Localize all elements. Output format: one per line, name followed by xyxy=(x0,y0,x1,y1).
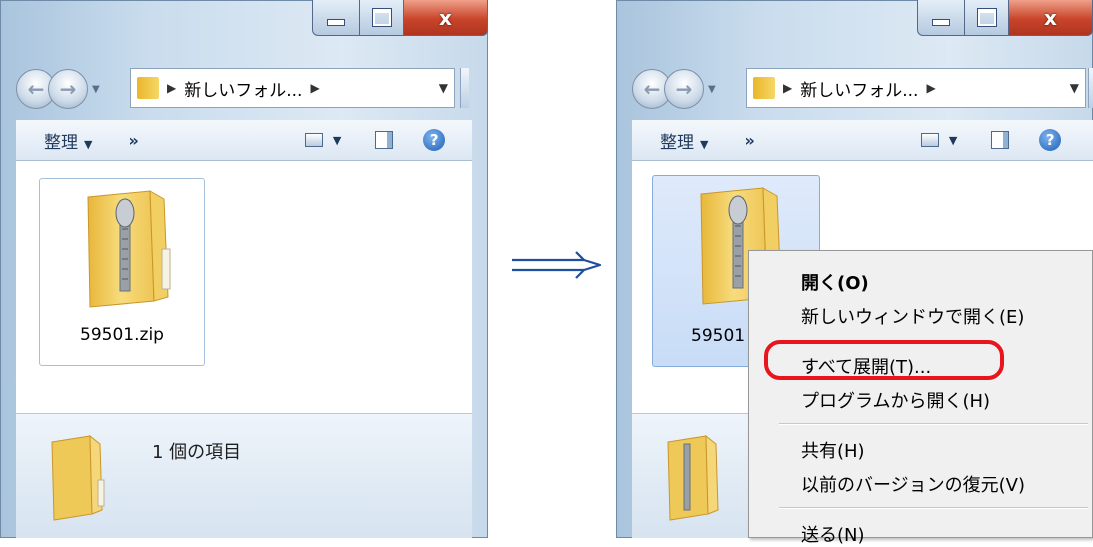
details-pane: 1 個の項目 xyxy=(16,413,472,538)
breadcrumb-chevron-icon[interactable]: ▶ xyxy=(167,81,176,95)
command-bar: 整理 ▼ » ▼ ? xyxy=(632,120,1093,161)
change-view-button[interactable]: ▼ xyxy=(304,133,342,147)
file-list-pane[interactable]: 59501.zip xyxy=(16,161,472,413)
address-path[interactable]: 新しいフォル... xyxy=(184,76,302,101)
minimize-icon xyxy=(327,19,345,26)
address-bar[interactable]: ▶ 新しいフォル... ▶ ▼ xyxy=(746,68,1086,108)
maximize-button[interactable] xyxy=(965,0,1009,36)
refresh-button-edge[interactable] xyxy=(460,68,469,108)
context-menu: 開く(O) 新しいウィンドウで開く(E) すべて展開(T)... プログラムから… xyxy=(748,250,1093,546)
folder-icon xyxy=(753,77,775,99)
organize-menu-button[interactable]: 整理 ▼ xyxy=(660,128,708,153)
navigation-buttons: ← → ▼ xyxy=(16,64,100,114)
forward-arrow-icon: → xyxy=(59,77,77,101)
address-dropdown-icon[interactable]: ▼ xyxy=(439,81,448,95)
address-dropdown-icon[interactable]: ▼ xyxy=(1070,81,1079,95)
address-path[interactable]: 新しいフォル... xyxy=(800,76,918,101)
forward-button[interactable]: → xyxy=(48,69,88,109)
zip-file-item[interactable]: 59501.zip xyxy=(39,178,205,366)
file-name-label: 59501.zip xyxy=(80,325,164,345)
menu-item-open[interactable]: 開く(O) xyxy=(801,269,869,295)
back-arrow-icon: ← xyxy=(27,77,45,101)
minimize-button[interactable] xyxy=(917,0,965,36)
view-icon xyxy=(920,133,939,147)
menu-item-open-new-window[interactable]: 新しいウィンドウで開く(E) xyxy=(801,303,1024,329)
preview-pane-button[interactable] xyxy=(375,131,394,149)
refresh-button-edge[interactable] xyxy=(1088,68,1093,108)
minimize-icon xyxy=(932,19,950,26)
menu-separator xyxy=(779,507,1088,509)
organize-label: 整理 xyxy=(660,132,694,153)
more-commands-button[interactable]: » xyxy=(744,131,754,150)
navigation-buttons: ← → ▼ xyxy=(632,64,716,114)
organize-label: 整理 xyxy=(44,132,78,153)
explorer-window-before: x ← → ▼ ▶ 新しいフォル... ▶ ▼ 整理 ▼ » ▼ ? 59501… xyxy=(0,0,488,538)
maximize-icon xyxy=(976,8,997,27)
menu-item-open-with[interactable]: プログラムから開く(H) xyxy=(801,387,990,413)
window-caption-buttons: x xyxy=(917,0,1093,40)
item-count-text: 1 個の項目 xyxy=(152,442,242,463)
more-commands-button[interactable]: » xyxy=(128,131,138,150)
menu-item-restore-previous-versions[interactable]: 以前のバージョンの復元(V) xyxy=(801,471,1025,497)
view-icon xyxy=(304,133,323,147)
forward-arrow-icon: → xyxy=(675,77,693,101)
change-view-button[interactable]: ▼ xyxy=(920,133,958,147)
zip-folder-icon xyxy=(667,434,719,521)
help-icon: ? xyxy=(429,131,439,149)
zip-folder-icon xyxy=(87,190,171,308)
folder-icon xyxy=(137,77,159,99)
maximize-icon xyxy=(371,8,392,27)
highlight-annotation xyxy=(764,340,1004,380)
address-bar[interactable]: ▶ 新しいフォル... ▶ ▼ xyxy=(130,68,455,108)
close-button[interactable]: x xyxy=(404,0,488,36)
preview-pane-button[interactable] xyxy=(991,131,1010,149)
recent-pages-chevron-icon[interactable]: ▼ xyxy=(92,84,100,95)
transition-arrow-icon xyxy=(512,251,602,279)
window-caption-buttons: x xyxy=(312,0,488,40)
forward-button[interactable]: → xyxy=(664,69,704,109)
menu-item-send-to[interactable]: 送る(N) xyxy=(801,521,865,547)
chevron-down-icon: ▼ xyxy=(332,133,342,147)
maximize-button[interactable] xyxy=(360,0,404,36)
help-button[interactable]: ? xyxy=(423,129,446,151)
breadcrumb-chevron-icon[interactable]: ▶ xyxy=(783,81,792,95)
command-bar: 整理 ▼ » ▼ ? xyxy=(16,120,472,161)
minimize-button[interactable] xyxy=(312,0,360,36)
breadcrumb-chevron-icon[interactable]: ▶ xyxy=(926,81,935,95)
close-icon: x xyxy=(439,5,452,30)
help-button[interactable]: ? xyxy=(1039,129,1062,151)
chevron-down-icon: ▼ xyxy=(84,137,93,151)
close-button[interactable]: x xyxy=(1009,0,1093,36)
organize-menu-button[interactable]: 整理 ▼ xyxy=(44,128,92,153)
close-icon: x xyxy=(1044,5,1057,30)
menu-separator xyxy=(779,423,1088,425)
chevron-down-icon: ▼ xyxy=(700,137,709,151)
menu-item-share[interactable]: 共有(H) xyxy=(801,437,865,463)
chevron-down-icon: ▼ xyxy=(948,133,958,147)
zip-folder-icon xyxy=(51,434,105,521)
recent-pages-chevron-icon[interactable]: ▼ xyxy=(708,84,716,95)
breadcrumb-chevron-icon[interactable]: ▶ xyxy=(310,81,319,95)
help-icon: ? xyxy=(1045,131,1055,149)
back-arrow-icon: ← xyxy=(643,77,661,101)
